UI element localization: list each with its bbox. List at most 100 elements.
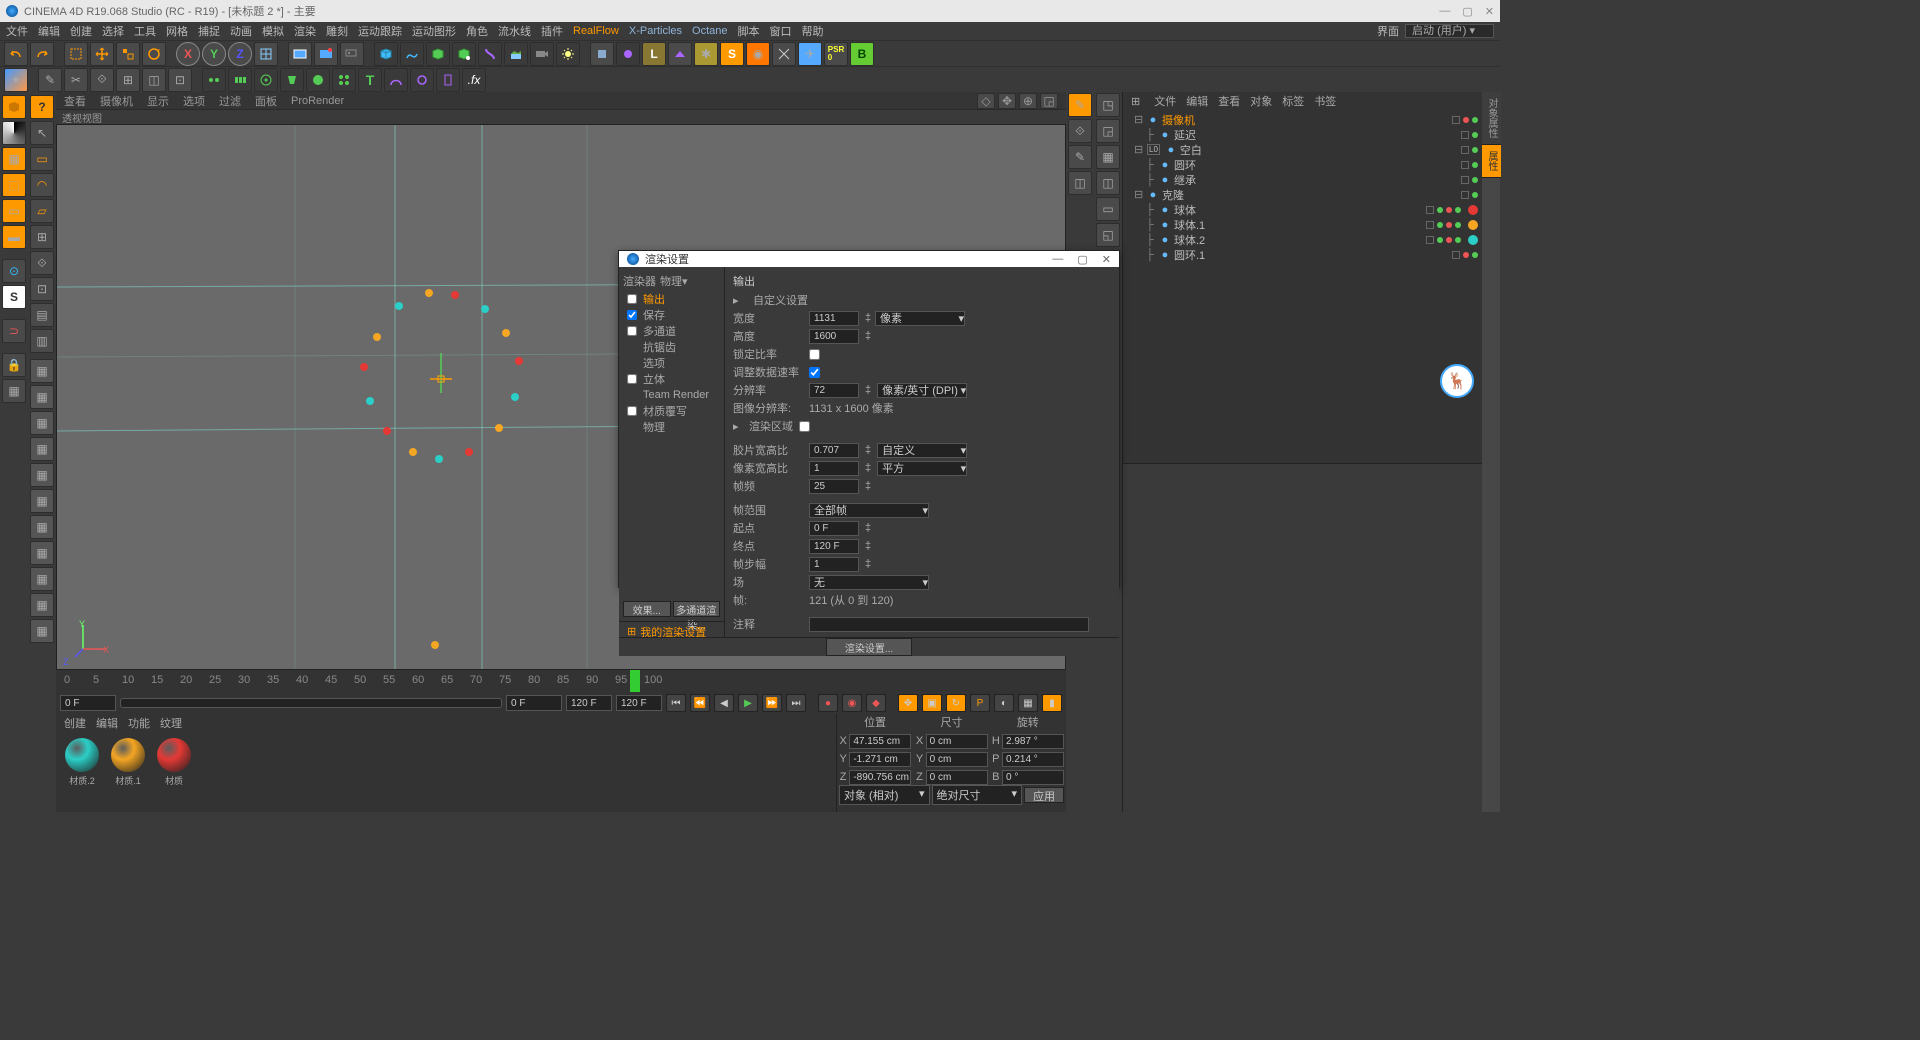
material-item[interactable]: 材质.1 — [108, 738, 148, 787]
category-checkbox[interactable] — [627, 326, 637, 336]
render-category[interactable]: 输出 — [619, 291, 724, 307]
lock-button[interactable]: 🔒 — [2, 353, 26, 377]
coord-Y-size[interactable] — [926, 752, 988, 767]
swatch-10[interactable]: ▦ — [30, 593, 54, 617]
coord-Z-size[interactable] — [926, 770, 988, 785]
object-row[interactable]: ├●圆环 — [1127, 157, 1478, 172]
menu-mograph[interactable]: 运动图形 — [412, 23, 456, 39]
multipass-button[interactable]: 多通道渲染... — [673, 601, 721, 617]
next-key-button[interactable]: ⏩ — [762, 694, 782, 712]
prev-key-button[interactable]: ⏪ — [690, 694, 710, 712]
scene-dot[interactable] — [425, 289, 433, 297]
environment-button[interactable] — [504, 42, 528, 66]
render-category[interactable]: 多通道 — [619, 323, 724, 339]
dialog-max-button[interactable]: ▢ — [1077, 253, 1087, 266]
menu-snap[interactable]: 捕捉 — [198, 23, 220, 39]
menu-help[interactable]: 帮助 — [802, 23, 824, 39]
visibility-dot[interactable] — [1472, 252, 1478, 258]
scene-dot[interactable] — [395, 302, 403, 310]
tree-expand-icon[interactable]: ⊟ — [1134, 113, 1144, 126]
layer-square[interactable] — [1461, 146, 1469, 154]
menu-window[interactable]: 窗口 — [770, 23, 792, 39]
menu-tools[interactable]: 工具 — [134, 23, 156, 39]
mograph-4[interactable] — [280, 68, 304, 92]
material-tag[interactable] — [1468, 235, 1478, 245]
plugin-btn-6[interactable]: S — [720, 42, 744, 66]
scene-dot[interactable] — [481, 305, 489, 313]
material-tag[interactable] — [1468, 205, 1478, 215]
tool-a2[interactable]: ✂ — [64, 68, 88, 92]
timeline[interactable]: 0510152025303540455055606570758085909510… — [56, 670, 1066, 692]
swatch-11[interactable]: ▦ — [30, 619, 54, 643]
coord-X-pos[interactable] — [849, 734, 911, 749]
start-frame-input[interactable] — [809, 521, 859, 536]
rt-4[interactable]: ◫ — [1068, 171, 1092, 195]
menu-pipeline[interactable]: 流水线 — [498, 23, 531, 39]
generator2-button[interactable] — [452, 42, 476, 66]
vp-menu-cam[interactable]: 摄像机 — [100, 93, 133, 109]
object-row[interactable]: ├●继承 — [1127, 172, 1478, 187]
magicwand-button[interactable]: ✦ — [4, 68, 28, 92]
object-name[interactable]: 继承 — [1174, 172, 1458, 188]
scene-dot[interactable] — [511, 393, 519, 401]
adapt-rate-checkbox[interactable] — [809, 367, 820, 378]
om-tab-file[interactable]: 文件 — [1154, 93, 1176, 109]
category-checkbox[interactable] — [627, 294, 637, 304]
mode-poly-button[interactable]: ▬ — [2, 225, 26, 249]
coord-apply-button[interactable]: 应用 — [1024, 787, 1064, 803]
material-tag[interactable] — [1468, 220, 1478, 230]
timeline-cursor[interactable] — [630, 670, 640, 692]
undo-button[interactable] — [4, 42, 28, 66]
win-min-button[interactable]: — — [1439, 5, 1450, 18]
object-name[interactable]: 圆环 — [1174, 157, 1458, 173]
swatch-9[interactable]: ▦ — [30, 567, 54, 591]
menu-realflow[interactable]: RealFlow — [573, 25, 619, 37]
light-button[interactable] — [556, 42, 580, 66]
menu-sculpt[interactable]: 雕刻 — [326, 23, 348, 39]
coord-mode-right[interactable]: 绝对尺寸▾ — [932, 785, 1023, 805]
rt2-1[interactable]: ◳ — [1096, 93, 1120, 117]
menu-select[interactable]: 选择 — [102, 23, 124, 39]
fartab-2[interactable]: 属性 — [1482, 145, 1501, 178]
render-category[interactable]: 物理 — [619, 419, 724, 435]
end-frame-input[interactable] — [809, 539, 859, 554]
plugin-btn-10[interactable]: B — [850, 42, 874, 66]
vp-menu-filter[interactable]: 过滤 — [219, 93, 241, 109]
scene-dot[interactable] — [409, 448, 417, 456]
layer-square[interactable] — [1426, 206, 1434, 214]
layer-square[interactable] — [1461, 176, 1469, 184]
step-input[interactable] — [809, 557, 859, 572]
snap-button[interactable]: ⊙ — [2, 259, 26, 283]
vp-nav-2[interactable]: ✥ — [998, 93, 1016, 109]
render-category[interactable]: 保存 — [619, 307, 724, 323]
scene-dot[interactable] — [383, 427, 391, 435]
layer-square[interactable] — [1426, 236, 1434, 244]
visibility-dot[interactable] — [1463, 252, 1469, 258]
tool-a3[interactable]: ⟐ — [90, 68, 114, 92]
om-tab-obj[interactable]: 对象 — [1250, 93, 1272, 109]
object-row[interactable]: ├●圆环.1 — [1127, 247, 1478, 262]
swatch-4[interactable]: ▦ — [30, 437, 54, 461]
mode-workplane-button[interactable]: ▦ — [2, 147, 26, 171]
tool-a1[interactable]: ✎ — [38, 68, 62, 92]
tree-expand-icon[interactable]: ├ — [1146, 159, 1156, 171]
note-input[interactable] — [809, 617, 1089, 632]
effects-button[interactable]: 效果... — [623, 601, 671, 617]
fps-input[interactable] — [809, 479, 859, 494]
swatch-2[interactable]: ▦ — [30, 385, 54, 409]
object-row[interactable]: ├●球体 — [1127, 202, 1478, 217]
object-name[interactable]: 空白 — [1180, 142, 1458, 158]
tree-expand-icon[interactable]: ├ — [1146, 204, 1156, 216]
pixel-ar-select[interactable]: 平方▾ — [877, 461, 967, 476]
visibility-dot[interactable] — [1446, 207, 1452, 213]
axis-x-button[interactable]: X — [176, 42, 200, 66]
goto-end-button[interactable]: ⏭ — [786, 694, 806, 712]
film-ar-select[interactable]: 自定义▾ — [877, 443, 967, 458]
mograph-text[interactable]: T — [358, 68, 382, 92]
layout-select[interactable]: 启动 (用户) ▾ — [1405, 24, 1494, 38]
category-checkbox[interactable] — [627, 374, 637, 384]
key-p-button[interactable]: P — [970, 694, 990, 712]
coord-Z-rot[interactable] — [1002, 770, 1064, 785]
visibility-dot[interactable] — [1472, 162, 1478, 168]
tool-a5[interactable]: ◫ — [142, 68, 166, 92]
